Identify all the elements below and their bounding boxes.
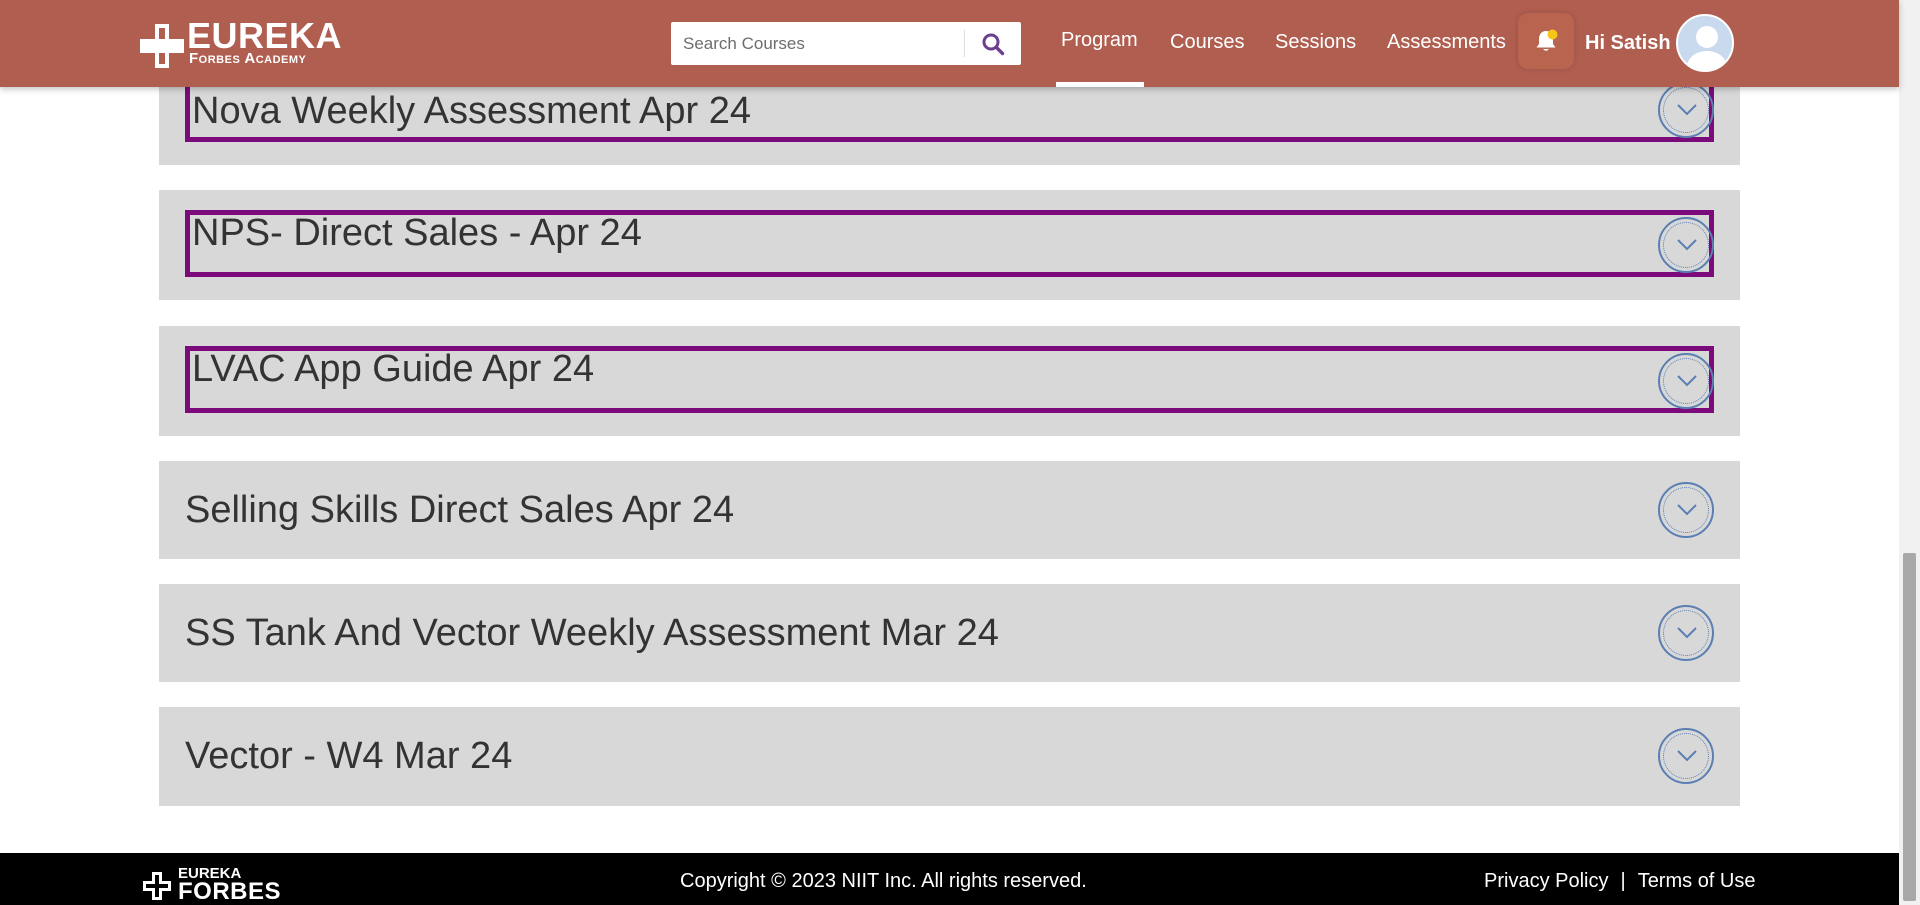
- nav-courses[interactable]: Courses: [1170, 28, 1244, 56]
- chevron-down-icon: [1677, 375, 1697, 387]
- footer-logo-text-forbes: FORBES: [178, 878, 282, 905]
- accordion-title: Nova Weekly Assessment Apr 24: [192, 90, 751, 132]
- expand-chevron-button[interactable]: [1658, 605, 1714, 661]
- nav-active-indicator: [1056, 82, 1144, 87]
- bell-icon: [1536, 29, 1558, 51]
- nav-assessments[interactable]: Assessments: [1387, 28, 1506, 56]
- expand-chevron-button[interactable]: [1658, 82, 1714, 138]
- chevron-down-icon: [1677, 104, 1697, 116]
- footer-links: Privacy Policy | Terms of Use: [1484, 869, 1756, 893]
- footer-link-separator: |: [1620, 870, 1626, 892]
- search-input[interactable]: [671, 22, 964, 65]
- scrollbar-thumb[interactable]: [1903, 553, 1916, 901]
- user-avatar[interactable]: [1676, 14, 1734, 72]
- chevron-down-icon: [1677, 239, 1697, 251]
- page: EUREKA Forbes Academy Program Courses Se…: [0, 0, 1920, 905]
- notifications-button[interactable]: [1518, 13, 1574, 69]
- accordion-title: Selling Skills Direct Sales Apr 24: [185, 489, 735, 531]
- privacy-policy-link[interactable]: Privacy Policy: [1484, 870, 1608, 892]
- accordion-item[interactable]: Vector - W4 Mar 24: [159, 707, 1740, 806]
- accordion-title: NPS- Direct Sales - Apr 24: [192, 212, 642, 254]
- top-header: EUREKA Forbes Academy Program Courses Se…: [0, 0, 1899, 87]
- expand-chevron-button[interactable]: [1658, 353, 1714, 409]
- eureka-forbes-academy-logo[interactable]: EUREKA Forbes Academy: [140, 16, 342, 70]
- chevron-down-icon: [1677, 627, 1697, 639]
- search-button[interactable]: [965, 22, 1021, 65]
- search-box: [671, 22, 1021, 65]
- accordion-item[interactable]: NPS- Direct Sales - Apr 24: [159, 190, 1740, 300]
- nav-program[interactable]: Program: [1061, 26, 1138, 54]
- copyright-text: Copyright © 2023 NIIT Inc. All rights re…: [680, 870, 1087, 892]
- accordion-title: Vector - W4 Mar 24: [185, 735, 513, 777]
- expand-chevron-button[interactable]: [1658, 217, 1714, 273]
- chevron-down-icon: [1677, 750, 1697, 762]
- user-greeting: Hi Satish: [1585, 32, 1671, 54]
- logo-cross-icon: [140, 24, 184, 68]
- footer-eureka-forbes-logo: EUREKA FORBES: [143, 866, 283, 904]
- accordion-item[interactable]: Selling Skills Direct Sales Apr 24: [159, 461, 1740, 559]
- accordion-title: SS Tank And Vector Weekly Assessment Mar…: [185, 612, 999, 654]
- accordion-title: LVAC App Guide Apr 24: [192, 348, 595, 390]
- footer-logo-cross-icon: [143, 872, 171, 900]
- terms-of-use-link[interactable]: Terms of Use: [1638, 870, 1756, 892]
- page-scrollbar[interactable]: [1899, 0, 1920, 905]
- nav-sessions[interactable]: Sessions: [1275, 28, 1356, 56]
- notification-dot: [1547, 29, 1558, 40]
- accordion-item[interactable]: LVAC App Guide Apr 24: [159, 326, 1740, 436]
- logo-text-forbes-academy: Forbes Academy: [189, 50, 307, 67]
- user-avatar-icon: [1685, 26, 1729, 70]
- accordion-item[interactable]: SS Tank And Vector Weekly Assessment Mar…: [159, 584, 1740, 682]
- expand-chevron-button[interactable]: [1658, 482, 1714, 538]
- page-footer: EUREKA FORBES Copyright © 2023 NIIT Inc.…: [0, 853, 1899, 905]
- chevron-down-icon: [1677, 504, 1697, 516]
- search-icon: [982, 33, 1005, 55]
- expand-chevron-button[interactable]: [1658, 728, 1714, 784]
